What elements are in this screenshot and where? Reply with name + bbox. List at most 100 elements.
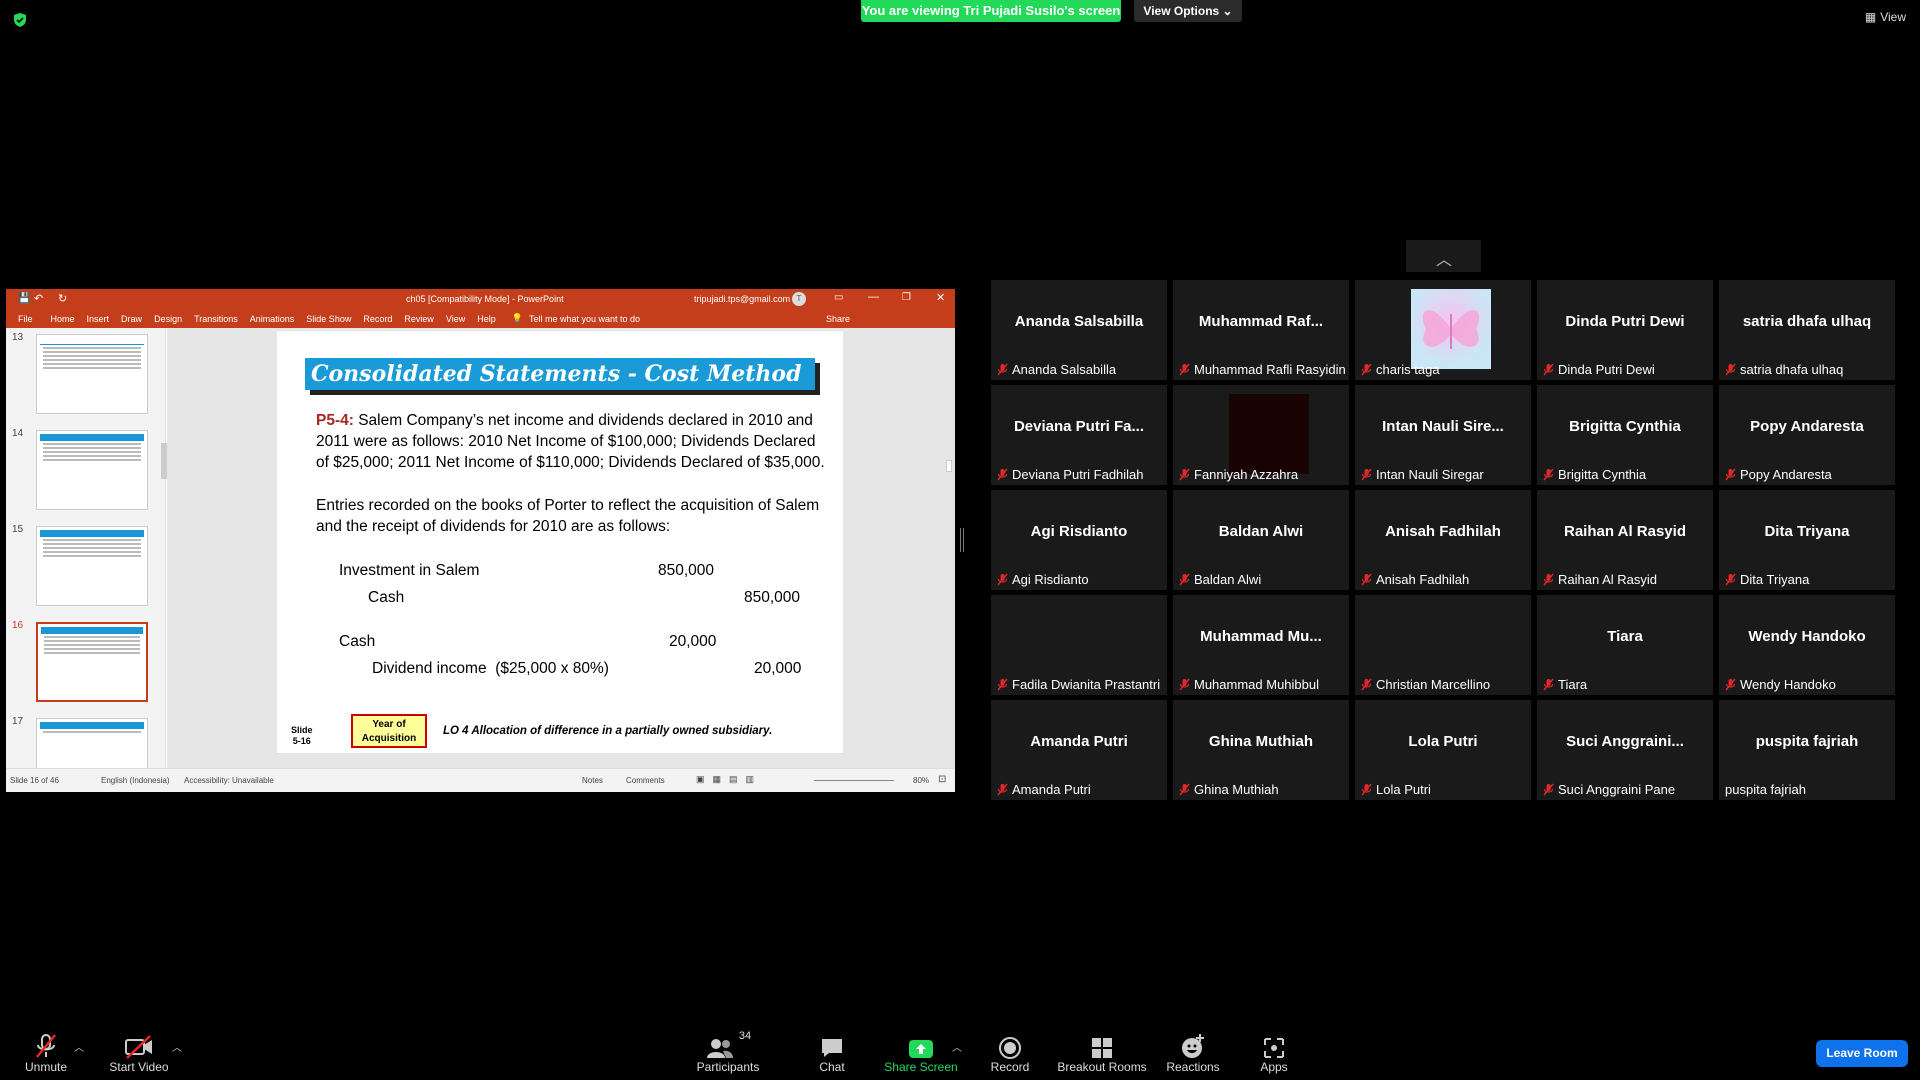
restore-icon[interactable]: ❐: [902, 292, 911, 303]
ppt-window-title: ch05 [Compatibility Mode] - PowerPoint: [406, 294, 564, 304]
share-screen-button[interactable]: Share Screen: [884, 1030, 958, 1074]
minimize-icon[interactable]: —: [868, 291, 879, 303]
ribbon-tab-draw[interactable]: Draw: [121, 314, 142, 324]
problem-text: Salem Company’s net income and dividends…: [316, 412, 825, 471]
view-options-button[interactable]: View Options ⌄: [1134, 0, 1242, 22]
record-icon: [986, 1030, 1034, 1060]
participant-tile[interactable]: Anisah Fadhilah Anisah Fadhilah: [1355, 490, 1531, 590]
participant-tile[interactable]: Fadila Dwianita Prastantri: [991, 595, 1167, 695]
participant-tile[interactable]: Baldan Alwi Baldan Alwi: [1173, 490, 1349, 590]
view-mode-icons[interactable]: ▣▦▤▥: [696, 774, 762, 785]
participant-tile[interactable]: Tiara Tiara: [1537, 595, 1713, 695]
participant-tile[interactable]: Brigitta Cynthia Brigitta Cynthia: [1537, 385, 1713, 485]
participant-tile[interactable]: Lola Putri Lola Putri: [1355, 700, 1531, 800]
ribbon-tab-home[interactable]: Home: [51, 314, 75, 324]
thumbnail-number: 16: [12, 620, 24, 631]
participant-display-name: Dita Triyana: [1764, 523, 1850, 540]
ppt-account-avatar[interactable]: T: [792, 292, 806, 306]
slide-editor[interactable]: Consolidated Statements - Cost Method P5…: [167, 328, 955, 768]
video-options-caret[interactable]: ︿: [172, 1039, 182, 1054]
ribbon-tab-record[interactable]: Record: [363, 314, 392, 324]
participant-tile[interactable]: Wendy Handoko Wendy Handoko: [1719, 595, 1895, 695]
slide-thumbnail-active[interactable]: 16: [10, 620, 160, 702]
redo-icon[interactable]: ↻: [58, 292, 67, 305]
participant-label: Brigitta Cynthia: [1543, 465, 1646, 483]
apps-button[interactable]: Apps: [1254, 1030, 1294, 1074]
participant-label: Intan Nauli Siregar: [1361, 465, 1484, 483]
ribbon-tab-file[interactable]: File: [18, 314, 33, 324]
je1-credit-account: Cash: [368, 589, 405, 606]
fit-slide-icon[interactable]: ⊡: [938, 774, 946, 785]
participant-label: Ghina Muthiah: [1179, 780, 1279, 798]
participants-button[interactable]: 34 Participants: [692, 1030, 764, 1074]
participant-tile[interactable]: Popy Andaresta Popy Andaresta: [1719, 385, 1895, 485]
chat-button[interactable]: Chat: [812, 1030, 852, 1074]
security-shield-icon[interactable]: [12, 12, 28, 28]
audio-options-caret[interactable]: ︿: [74, 1039, 84, 1054]
ribbon-tab-review[interactable]: Review: [404, 314, 434, 324]
ribbon-tab-transitions[interactable]: Transitions: [194, 314, 238, 324]
participant-tile[interactable]: Deviana Putri Fa... Deviana Putri Fadhila…: [991, 385, 1167, 485]
slide-thumbnail-pane[interactable]: 13 14 15 16 17: [6, 328, 166, 792]
profile-picture: [1229, 394, 1309, 474]
ribbon-tab-animations[interactable]: Animations: [250, 314, 295, 324]
current-slide[interactable]: Consolidated Statements - Cost Method P5…: [277, 331, 843, 753]
muted-mic-icon: [997, 678, 1008, 691]
participant-tile[interactable]: satria dhafa ulhaq satria dhafa ulhaq: [1719, 280, 1895, 380]
participant-tile[interactable]: puspita fajriah puspita fajriah: [1719, 700, 1895, 800]
participant-tile[interactable]: Agi Risdianto Agi Risdianto: [991, 490, 1167, 590]
language[interactable]: English (Indonesia): [101, 776, 169, 785]
view-button[interactable]: ▦ View: [1865, 10, 1906, 24]
close-icon[interactable]: ✕: [936, 291, 945, 304]
save-icon[interactable]: 💾: [18, 293, 30, 304]
ribbon-display-icon[interactable]: ▭: [834, 292, 843, 303]
participant-tile[interactable]: Raihan Al Rasyid Raihan Al Rasyid: [1537, 490, 1713, 590]
slide-thumbnail[interactable]: 15: [10, 524, 160, 606]
zoom-level[interactable]: 80%: [913, 776, 929, 785]
zoom-slider[interactable]: [814, 780, 894, 781]
slide-scrollbar[interactable]: [945, 330, 953, 766]
je2-credit-account: Dividend income ($25,000 x 80%): [372, 660, 609, 677]
participant-tile[interactable]: Christian Marcellino: [1355, 595, 1531, 695]
breakout-rooms-button[interactable]: Breakout Rooms: [1056, 1030, 1148, 1074]
ribbon-tab-design[interactable]: Design: [154, 314, 182, 324]
ribbon-tab-help[interactable]: Help: [477, 314, 496, 324]
participant-name: Fadila Dwianita Prastantri: [1012, 676, 1161, 692]
participant-tile[interactable]: Suci Anggraini... Suci Anggraini Pane: [1537, 700, 1713, 800]
undo-icon[interactable]: ↶: [34, 292, 43, 305]
leave-room-button[interactable]: Leave Room: [1816, 1040, 1908, 1067]
unmute-button[interactable]: Unmute: [22, 1030, 70, 1074]
participant-tile[interactable]: Ananda Salsabilla Ananda Salsabilla: [991, 280, 1167, 380]
participant-tile[interactable]: Amanda Putri Amanda Putri: [991, 700, 1167, 800]
participant-tile[interactable]: Muhammad Raf... Muhammad Rafli Rasyidin: [1173, 280, 1349, 380]
comments-button[interactable]: Comments: [626, 776, 665, 785]
gallery-page-up-button[interactable]: ︿: [1406, 240, 1481, 272]
record-label: Record: [990, 1060, 1030, 1074]
participant-tile[interactable]: Intan Nauli Sire... Intan Nauli Siregar: [1355, 385, 1531, 485]
learning-objective: LO 4 Allocation of difference in a parti…: [443, 725, 773, 737]
participant-name: Ananda Salsabilla: [1012, 361, 1117, 377]
ribbon-tab-slideshow[interactable]: Slide Show: [306, 314, 351, 324]
ribbon-tab-insert[interactable]: Insert: [87, 314, 110, 324]
start-video-button[interactable]: Start Video: [106, 1030, 172, 1074]
share-options-caret[interactable]: ︿: [952, 1039, 962, 1054]
chat-label: Chat: [819, 1060, 845, 1074]
participant-tile[interactable]: Muhammad Mu... Muhammad Muhibbul: [1173, 595, 1349, 695]
notes-button[interactable]: Notes: [582, 776, 603, 785]
record-button[interactable]: Record: [986, 1030, 1034, 1074]
participant-tile[interactable]: Dinda Putri Dewi Dinda Putri Dewi: [1537, 280, 1713, 380]
reactions-button[interactable]: Reactions: [1164, 1030, 1222, 1074]
participant-name: Agi Risdianto: [1012, 571, 1089, 587]
participant-tile[interactable]: Fanniyah Azzahra: [1173, 385, 1349, 485]
panel-splitter[interactable]: [960, 528, 964, 552]
participant-tile[interactable]: Dita Triyana Dita Triyana: [1719, 490, 1895, 590]
slide-thumbnail[interactable]: 14: [10, 428, 160, 510]
ribbon-tab-view[interactable]: View: [446, 314, 465, 324]
share-button[interactable]: Share: [826, 314, 850, 324]
tell-me-search[interactable]: Tell me what you want to do: [529, 314, 640, 324]
accessibility-status[interactable]: Accessibility: Unavailable: [184, 776, 274, 785]
slide-thumbnail[interactable]: 13: [10, 332, 160, 414]
shared-screen[interactable]: 💾 ↶ ↻ ch05 [Compatibility Mode] - PowerP…: [6, 289, 955, 792]
participant-tile[interactable]: Ghina Muthiah Ghina Muthiah: [1173, 700, 1349, 800]
participant-tile[interactable]: charis taga: [1355, 280, 1531, 380]
